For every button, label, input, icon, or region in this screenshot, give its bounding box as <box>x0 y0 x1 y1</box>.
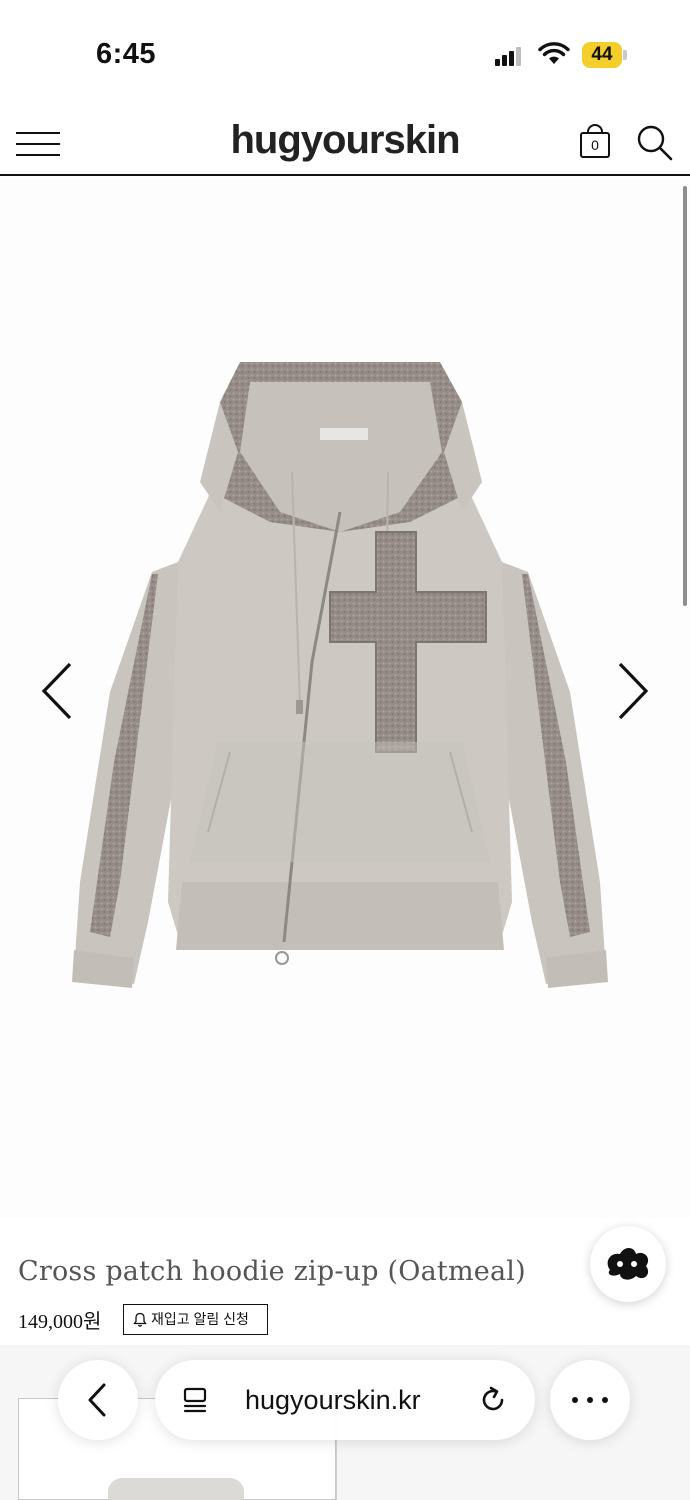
reader-icon[interactable] <box>181 1386 209 1414</box>
address-bar[interactable]: hugyourskin.kr <box>155 1360 535 1440</box>
more-button[interactable] <box>550 1360 630 1440</box>
status-time: 6:45 <box>96 38 157 70</box>
chat-bubble-icon <box>607 1248 649 1280</box>
status-bar: 6:45 44 <box>0 0 690 110</box>
battery-indicator: 44 <box>582 42 628 68</box>
reload-icon[interactable] <box>477 1384 509 1416</box>
product-thumbnail[interactable] <box>108 1478 244 1500</box>
cart-button[interactable]: 0 <box>578 124 612 160</box>
search-icon[interactable] <box>636 124 674 162</box>
wifi-icon <box>538 42 570 64</box>
more-dots-icon <box>572 1397 608 1403</box>
restock-notification-button[interactable]: 재입고 알림 신청 <box>123 1304 268 1335</box>
url-text[interactable]: hugyourskin.kr <box>245 1385 421 1416</box>
battery-tip <box>623 50 627 60</box>
site-header: hugyourskin 0 <box>0 110 690 176</box>
chat-button[interactable] <box>590 1226 666 1302</box>
product-image <box>72 362 608 988</box>
chevron-left-icon <box>88 1383 106 1417</box>
chevron-right-icon[interactable] <box>612 656 652 726</box>
battery-level: 44 <box>582 42 622 68</box>
product-gallery[interactable] <box>0 178 690 1218</box>
product-price: 149,000원 <box>18 1311 102 1333</box>
browser-back-button[interactable] <box>58 1360 138 1440</box>
cellular-signal-icon <box>495 46 521 66</box>
scrollbar[interactable] <box>683 186 687 606</box>
bell-icon <box>133 1312 147 1327</box>
product-title: Cross patch hoodie zip-up (Oatmeal) <box>18 1256 526 1287</box>
restock-label: 재입고 알림 신청 <box>151 1311 249 1327</box>
cart-count: 0 <box>580 132 610 158</box>
